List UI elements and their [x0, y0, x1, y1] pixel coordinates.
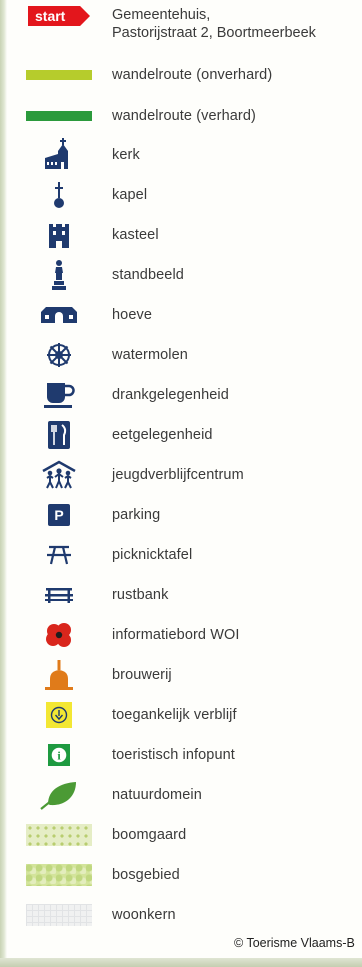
start-badge: start	[28, 6, 90, 26]
farm-icon	[24, 295, 94, 335]
orchard-swatch	[24, 815, 94, 855]
cutlery-icon	[24, 415, 94, 455]
legend-row: i toeristisch infopunt	[0, 735, 362, 775]
map-edge-strip	[0, 958, 362, 967]
legend-label: woonkern	[112, 907, 176, 923]
legend-row: natuurdomein	[0, 775, 362, 815]
legend-label: brouwerij	[112, 667, 172, 683]
start-location: Gemeentehuis, Pastorijstraat 2, Boortmee…	[112, 6, 316, 42]
leaf-icon	[24, 775, 94, 815]
legend-row: boomgaard	[0, 815, 362, 855]
legend-label: rustbank	[112, 587, 169, 603]
legend-row: brouwerij	[0, 655, 362, 695]
paved-route-line	[24, 96, 94, 136]
legend-label: standbeeld	[112, 267, 184, 283]
legend-label: informatiebord WOI	[112, 627, 240, 643]
legend-row: eetgelegenheid	[0, 415, 362, 455]
info-icon: i	[48, 744, 70, 766]
legend-label: toeristisch infopunt	[112, 747, 235, 763]
legend-label: wandelroute (verhard)	[112, 108, 256, 124]
parking-icon: P	[48, 504, 70, 526]
statue-icon	[24, 255, 94, 295]
legend-label: watermolen	[112, 347, 188, 363]
accessible-stay-icon	[46, 702, 72, 728]
start-location-line2: Pastorijstraat 2, Boortmeerbeek	[112, 25, 316, 41]
legend-row: kapel	[0, 175, 362, 215]
legend-label: wandelroute (onverhard)	[112, 67, 273, 83]
accessible-stay-symbol	[24, 695, 94, 735]
legend-row: rustbank	[0, 575, 362, 615]
legend-label: kapel	[112, 187, 148, 203]
start-symbol: start	[24, 0, 94, 36]
legend-label: eetgelegenheid	[112, 427, 213, 443]
legend-row: picknicktafel	[0, 535, 362, 575]
parking-symbol: P	[24, 495, 94, 535]
legend-row: standbeeld	[0, 255, 362, 295]
legend-row: wandelroute (verhard)	[0, 96, 362, 136]
legend-label: hoeve	[112, 307, 153, 323]
legend-label: picknicktafel	[112, 547, 193, 563]
legend-row: bosgebied	[0, 855, 362, 895]
start-location-line1: Gemeentehuis,	[112, 7, 211, 23]
urban-swatch	[24, 895, 94, 935]
cup-icon	[24, 375, 94, 415]
chapel-icon	[24, 175, 94, 215]
legend-label: kasteel	[112, 227, 159, 243]
forest-swatch	[24, 855, 94, 895]
bench-icon	[24, 575, 94, 615]
legend-label: kerk	[112, 147, 140, 163]
legend-label: toegankelijk verblijf	[112, 707, 237, 723]
unpaved-route-line	[24, 55, 94, 95]
legend-label: boomgaard	[112, 827, 187, 843]
legend-row: woonkern	[0, 895, 362, 935]
legend-row: kerk	[0, 135, 362, 175]
legend-label: jeugdverblijfcentrum	[112, 467, 244, 483]
legend-label: bosgebied	[112, 867, 180, 883]
legend-row: hoeve	[0, 295, 362, 335]
watermill-icon	[24, 335, 94, 375]
picnic-table-icon	[24, 535, 94, 575]
church-icon	[24, 135, 94, 175]
legend-row: kasteel	[0, 215, 362, 255]
youth-hostel-icon	[24, 455, 94, 495]
legend-row: watermolen	[0, 335, 362, 375]
legend-row: drankgelegenheid	[0, 375, 362, 415]
legend-row: P parking	[0, 495, 362, 535]
poppy-icon	[24, 615, 94, 655]
copyright-notice: © Toerisme Vlaams-B	[234, 936, 355, 950]
legend-label: natuurdomein	[112, 787, 202, 803]
legend-row: jeugdverblijfcentrum	[0, 455, 362, 495]
legend-label: drankgelegenheid	[112, 387, 229, 403]
legend-label: parking	[112, 507, 161, 523]
legend-row: wandelroute (onverhard)	[0, 55, 362, 95]
legend-row: toegankelijk verblijf	[0, 695, 362, 735]
legend-row-start: start Gemeentehuis, Pastorijstraat 2, Bo…	[0, 0, 362, 42]
info-symbol: i	[24, 735, 94, 775]
brewery-icon	[24, 655, 94, 695]
castle-icon	[24, 215, 94, 255]
legend-row: informatiebord WOI	[0, 615, 362, 655]
